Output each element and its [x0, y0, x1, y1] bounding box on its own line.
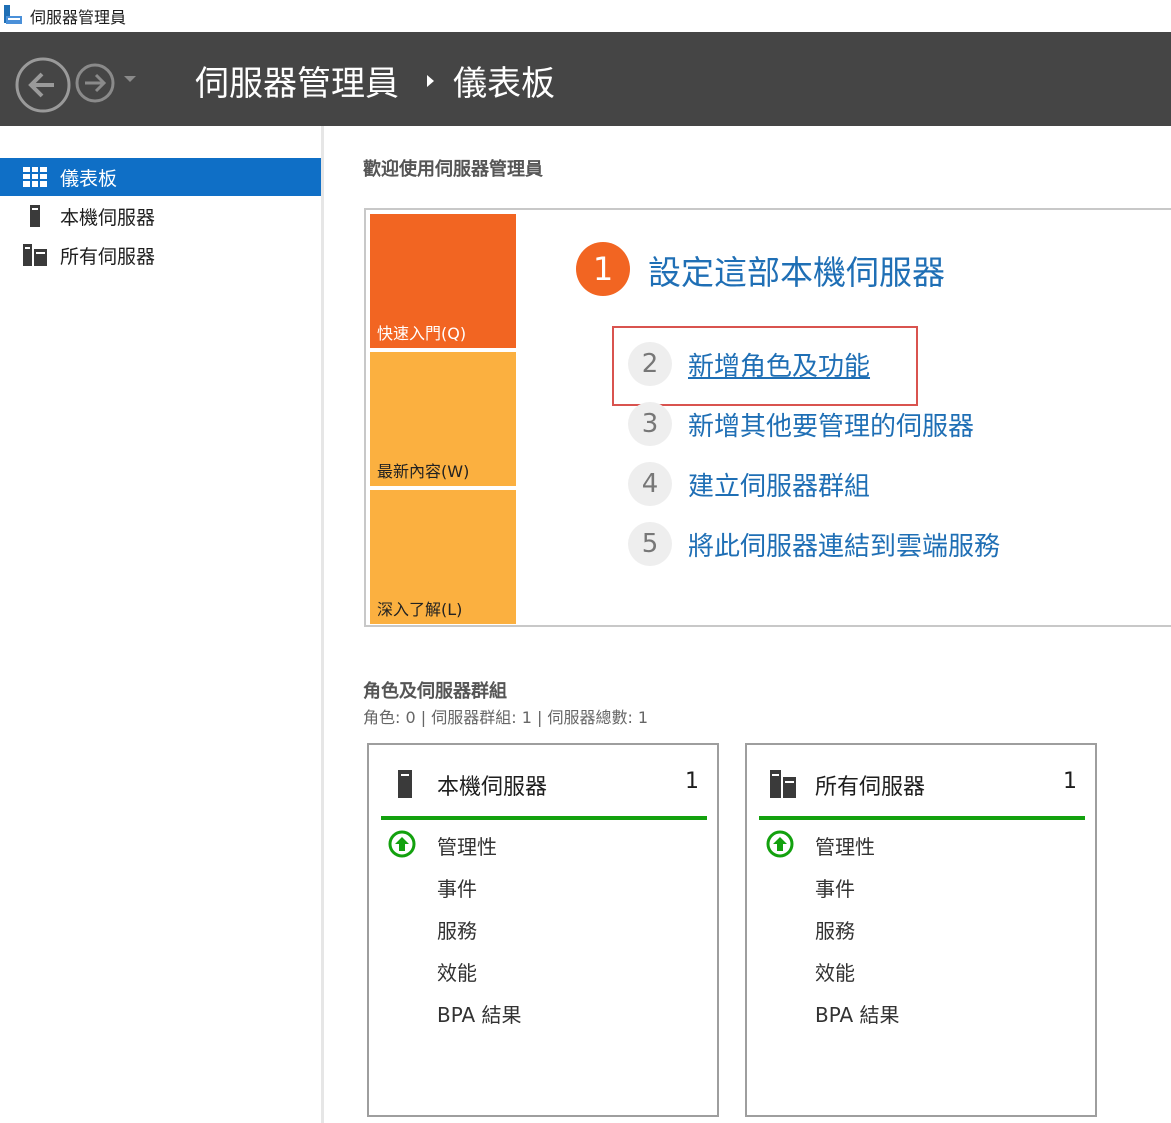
add-roles-link[interactable]: 新增角色及功能 [688, 346, 870, 383]
step-add-roles[interactable]: 2 新增角色及功能 [628, 342, 1171, 388]
card-row-bpa-results[interactable]: BPA 結果 [815, 999, 900, 1028]
card-row-events[interactable]: 事件 [815, 873, 855, 902]
card-row-manageability[interactable]: 管理性 [815, 831, 875, 860]
roles-section-summary: 角色: 0 | 伺服器群組: 1 | 伺服器總數: 1 [363, 708, 649, 727]
step-number: 4 [628, 462, 672, 506]
breadcrumb-app: 伺服器管理員 [195, 64, 399, 104]
card-all-servers[interactable]: 所有伺服器 1 管理性 事件 服務 效能 BPA 結果 [745, 743, 1097, 1117]
tile-label: 深入了解(L) [377, 600, 463, 619]
card-title: 本機伺服器 [437, 775, 548, 800]
quick-start-panel: 快速入門(Q) 最新內容(W) 深入了解(L) 1 設定這部本機伺服器 2 新增… [364, 208, 1171, 627]
tile-label: 快速入門(Q) [377, 324, 467, 343]
status-ok-icon [766, 830, 794, 858]
card-row-bpa-results[interactable]: BPA 結果 [437, 999, 522, 1028]
create-group-link[interactable]: 建立伺服器群組 [688, 466, 870, 503]
step-1-badge: 1 [576, 242, 630, 296]
roles-section-title: 角色及伺服器群組 [363, 681, 507, 702]
card-row-performance[interactable]: 效能 [437, 957, 477, 986]
card-row-services[interactable]: 服務 [437, 915, 477, 944]
sidebar-item-all-servers[interactable]: 所有伺服器 [0, 236, 321, 274]
breadcrumb-separator-icon [427, 75, 434, 87]
status-bar [381, 816, 707, 820]
tile-quick-start[interactable]: 快速入門(Q) [370, 214, 516, 348]
history-dropdown-icon[interactable] [120, 72, 140, 86]
card-title: 所有伺服器 [815, 775, 926, 800]
sidebar-item-local-server[interactable]: 本機伺服器 [0, 197, 321, 235]
status-ok-icon [388, 830, 416, 858]
step-1-title[interactable]: 設定這部本機伺服器 [648, 246, 945, 294]
sidebar-item-label: 所有伺服器 [60, 246, 156, 268]
step-create-group[interactable]: 4 建立伺服器群組 [628, 462, 1171, 508]
welcome-heading: 歡迎使用伺服器管理員 [363, 159, 543, 180]
server-icon [30, 205, 40, 227]
back-button[interactable] [14, 56, 72, 114]
sidebar-divider [321, 126, 324, 1123]
window-titlebar: 伺服器管理員 [0, 0, 1171, 32]
sidebar: 儀表板 本機伺服器 所有伺服器 [0, 126, 321, 1123]
header-bar: 伺服器管理員 儀表板 [0, 32, 1171, 126]
step-connect-cloud[interactable]: 5 將此伺服器連結到雲端服務 [628, 522, 1171, 568]
step-number: 5 [628, 522, 672, 566]
add-servers-link[interactable]: 新增其他要管理的伺服器 [688, 406, 974, 443]
status-bar [759, 816, 1085, 820]
server-manager-app-icon [4, 5, 22, 24]
step-number: 2 [628, 342, 672, 386]
window-title: 伺服器管理員 [30, 8, 127, 27]
card-row-events[interactable]: 事件 [437, 873, 477, 902]
servers-icon [23, 244, 47, 266]
step-number: 3 [628, 402, 672, 446]
connect-cloud-link[interactable]: 將此伺服器連結到雲端服務 [688, 526, 1000, 563]
breadcrumb-page: 儀表板 [453, 64, 555, 104]
servers-icon [770, 770, 796, 798]
tile-learn-more[interactable]: 深入了解(L) [370, 490, 516, 624]
forward-button[interactable] [74, 62, 116, 104]
step-add-servers[interactable]: 3 新增其他要管理的伺服器 [628, 402, 1171, 448]
card-count: 1 [1063, 769, 1077, 794]
card-row-manageability[interactable]: 管理性 [437, 831, 497, 860]
server-icon [398, 770, 412, 798]
dashboard-icon [23, 167, 47, 187]
sidebar-item-label: 本機伺服器 [60, 207, 156, 229]
tile-label: 最新內容(W) [377, 462, 470, 481]
card-count: 1 [685, 769, 699, 794]
sidebar-item-dashboard[interactable]: 儀表板 [0, 158, 321, 196]
card-row-performance[interactable]: 效能 [815, 957, 855, 986]
sidebar-item-label: 儀表板 [60, 168, 118, 190]
tile-whats-new[interactable]: 最新內容(W) [370, 352, 516, 486]
card-row-services[interactable]: 服務 [815, 915, 855, 944]
card-local-server[interactable]: 本機伺服器 1 管理性 事件 服務 效能 BPA 結果 [367, 743, 719, 1117]
